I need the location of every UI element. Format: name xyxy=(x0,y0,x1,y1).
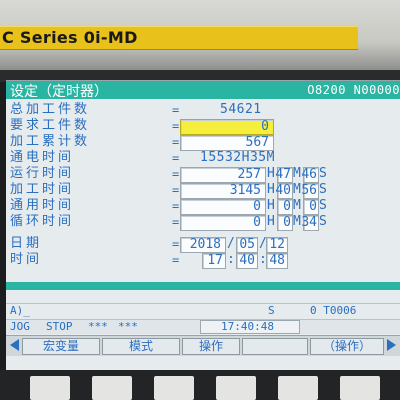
operating-seconds-field[interactable]: 46 xyxy=(301,167,319,183)
row-total-parts: 总加工件数 = 54621 xyxy=(6,102,400,118)
operating-hours-field[interactable]: 257 xyxy=(180,167,266,183)
hardware-softkey[interactable] xyxy=(340,376,380,400)
equals-sign: = xyxy=(172,237,180,251)
cycle-minutes-field[interactable]: 0 xyxy=(277,215,293,231)
softkey-right-arrow-icon[interactable] xyxy=(387,339,396,351)
row-label: 通用时间 xyxy=(10,198,75,213)
hardware-softkey[interactable] xyxy=(30,376,70,400)
hardware-softkey[interactable] xyxy=(278,376,318,400)
screen-title: 设定（定时器） xyxy=(10,84,108,100)
time-minute-field[interactable]: 40 xyxy=(236,253,258,269)
equals-sign: = xyxy=(172,135,180,149)
softkey-bar: 宏变量 模式 操作 （操作） xyxy=(6,335,400,356)
row-label: 总加工件数 xyxy=(10,102,91,117)
message-strip xyxy=(6,282,400,290)
mode-indicator: JOG xyxy=(10,320,30,333)
row-required-parts: 要求工件数 = 0 xyxy=(6,118,400,135)
softkey-mode[interactable]: 模式 xyxy=(102,338,180,355)
row-date: 日期 = 2018 / 05 / 12 xyxy=(6,236,400,253)
status-stars: *** xyxy=(88,320,108,333)
date-month-field[interactable]: 05 xyxy=(236,237,258,253)
row-parts-count: 加工累计数 = 567 xyxy=(6,134,400,151)
free-minutes-field[interactable]: 0 xyxy=(277,199,293,215)
row-time: 时间 = 17 : 40 : 48 xyxy=(6,252,400,269)
cutting-hours-field[interactable]: 3145 xyxy=(180,183,266,199)
row-free-purpose-time: 通用时间 = 0 H 0 M 0 S xyxy=(10,198,327,215)
softkey-operation-menu[interactable]: （操作） xyxy=(310,338,384,355)
softkey-left-arrow-icon[interactable] xyxy=(10,339,19,351)
row-label: 运行时间 xyxy=(10,166,75,181)
status-clock: 17:40:48 xyxy=(221,320,274,333)
row-operating-time: 运行时间 = 257 H 47 M 46 S xyxy=(10,166,327,183)
equals-sign: = xyxy=(172,183,180,197)
cutting-seconds-field[interactable]: 56 xyxy=(301,183,319,199)
date-day-field[interactable]: 12 xyxy=(266,237,288,253)
run-state: STOP xyxy=(46,320,73,333)
program-number: O8200 N00000 xyxy=(307,83,400,97)
row-label: 循环时间 xyxy=(10,214,75,229)
brand-bar: C Series 0i-MD xyxy=(0,26,358,50)
parts-count-field[interactable]: 567 xyxy=(180,135,274,151)
cutting-minutes-field[interactable]: 40 xyxy=(275,183,293,199)
cnc-screen: 设定（定时器） O8200 N00000 总加工件数 = 54621 要求工件数… xyxy=(6,80,400,371)
equals-sign: = xyxy=(172,215,180,229)
key-input-line[interactable]: A)_ S 0 T0006 xyxy=(6,303,400,318)
brand-logo-text: C Series 0i-MD xyxy=(2,28,138,47)
row-label: 加工时间 xyxy=(10,182,75,197)
row-label: 通电时间 xyxy=(10,150,75,165)
equals-sign: = xyxy=(172,253,180,267)
cycle-hours-field[interactable]: 0 xyxy=(180,215,266,231)
status-stars: *** xyxy=(118,320,138,333)
free-hours-field[interactable]: 0 xyxy=(180,199,266,215)
total-parts-value: 54621 xyxy=(220,102,262,117)
equals-sign: = xyxy=(172,167,180,181)
date-year-field[interactable]: 2018 xyxy=(180,237,226,253)
row-label: 日期 xyxy=(10,236,43,251)
equals-sign: = xyxy=(172,103,180,117)
free-seconds-field[interactable]: 0 xyxy=(303,199,319,215)
time-second-field[interactable]: 48 xyxy=(266,253,288,269)
spindle-indicator: S xyxy=(268,304,275,317)
equals-sign: = xyxy=(172,199,180,213)
softkey-blank[interactable] xyxy=(242,338,308,355)
row-power-on-time: 通电时间 = 15532H35M xyxy=(6,150,400,166)
row-cycle-time: 循环时间 = 0 H 0 M 34 S xyxy=(10,214,327,231)
operating-minutes-field[interactable]: 47 xyxy=(275,167,293,183)
title-bar: 设定（定时器） O8200 N00000 xyxy=(6,81,400,100)
row-cutting-time: 加工时间 = 3145 H 40 M 56 S xyxy=(10,182,327,199)
hardware-softkey[interactable] xyxy=(92,376,132,400)
row-label: 要求工件数 xyxy=(10,118,91,133)
equals-sign: = xyxy=(172,151,180,165)
status-clock-box: 17:40:48 xyxy=(200,320,300,334)
time-hour-field[interactable]: 17 xyxy=(202,253,226,269)
power-on-time-value: 15532H35M xyxy=(200,150,275,165)
status-bar: JOG STOP *** *** 17:40:48 xyxy=(6,319,400,334)
row-label: 加工累计数 xyxy=(10,134,91,149)
equals-sign: = xyxy=(172,119,180,133)
cycle-seconds-field[interactable]: 34 xyxy=(301,215,319,231)
tool-number: 0 T0006 xyxy=(310,304,357,317)
hardware-softkey[interactable] xyxy=(216,376,256,400)
hardware-softkey[interactable] xyxy=(154,376,194,400)
required-parts-field[interactable]: 0 xyxy=(180,119,274,135)
softkey-macro-variable[interactable]: 宏变量 xyxy=(22,338,100,355)
row-label: 时间 xyxy=(10,252,43,267)
input-prompt: A)_ xyxy=(10,304,30,317)
softkey-operation[interactable]: 操作 xyxy=(182,338,240,355)
